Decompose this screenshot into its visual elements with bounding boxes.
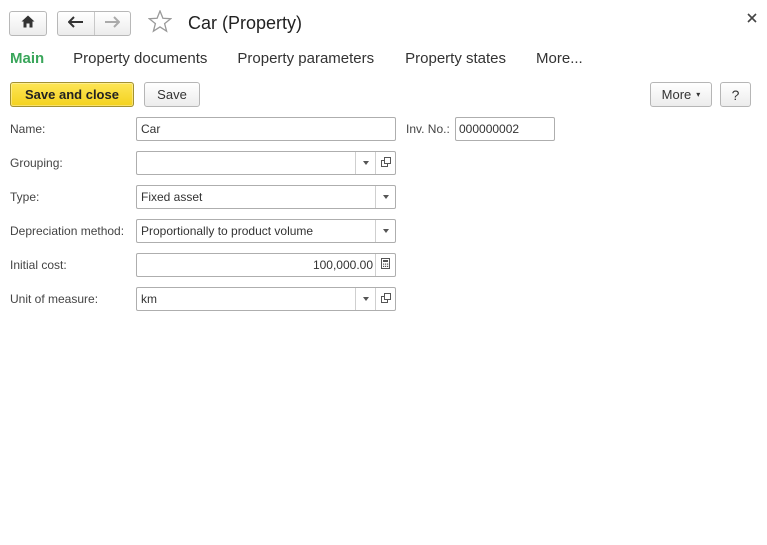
arrow-left-icon	[67, 15, 84, 33]
type-value: Fixed asset	[141, 190, 203, 204]
chevron-down-icon	[382, 195, 389, 199]
initial-cost-label: Initial cost:	[10, 258, 67, 272]
tab-main[interactable]: Main	[10, 50, 44, 67]
unit-of-measure-dropdown-button[interactable]	[355, 288, 375, 310]
back-button[interactable]	[58, 12, 94, 35]
depreciation-method-field[interactable]: Proportionally to product volume	[136, 219, 396, 243]
depreciation-method-dropdown-button[interactable]	[375, 220, 395, 242]
initial-cost-field[interactable]: 100,000.00	[136, 253, 396, 277]
inv-no-field[interactable]: 000000002	[455, 117, 555, 141]
home-button[interactable]	[9, 11, 47, 36]
chevron-down-icon	[362, 161, 369, 165]
home-icon	[21, 15, 35, 33]
depreciation-method-label: Depreciation method:	[10, 224, 125, 238]
page-title: Car (Property)	[188, 13, 303, 33]
chevron-down-icon: ▾	[696, 90, 701, 99]
calculator-button[interactable]	[375, 254, 395, 276]
depreciation-method-value: Proportionally to product volume	[141, 224, 314, 238]
unit-of-measure-open-button[interactable]	[375, 288, 395, 310]
tab-property-parameters[interactable]: Property parameters	[237, 50, 374, 67]
type-label: Type:	[10, 190, 40, 204]
unit-of-measure-label: Unit of measure:	[10, 292, 99, 306]
tab-property-documents[interactable]: Property documents	[73, 50, 207, 67]
arrow-right-icon	[104, 15, 121, 33]
initial-cost-value: 100,000.00	[312, 258, 373, 272]
save-and-close-button[interactable]: Save and close	[10, 82, 134, 107]
chevron-down-icon	[382, 229, 389, 233]
form-tabs: Main Property documents Property paramet…	[10, 48, 613, 68]
close-button[interactable]	[745, 12, 759, 26]
grouping-open-button[interactable]	[375, 152, 395, 174]
name-label: Name:	[10, 122, 46, 136]
unit-of-measure-value: km	[141, 292, 157, 306]
tab-property-states[interactable]: Property states	[405, 50, 506, 67]
tab-more[interactable]: More...	[536, 50, 583, 67]
grouping-value	[137, 152, 355, 174]
forward-button[interactable]	[93, 12, 131, 35]
help-button[interactable]: ?	[720, 82, 751, 107]
calculator-icon	[381, 258, 390, 272]
save-button[interactable]: Save	[144, 82, 200, 107]
open-form-icon	[380, 156, 391, 170]
add-to-favorites-button[interactable]	[147, 9, 173, 38]
grouping-dropdown-button[interactable]	[355, 152, 375, 174]
type-field[interactable]: Fixed asset	[136, 185, 396, 209]
more-actions-label: More	[661, 87, 692, 102]
unit-of-measure-field[interactable]: km	[136, 287, 396, 311]
inv-no-value: 000000002	[459, 122, 520, 136]
chevron-down-icon	[362, 297, 369, 301]
close-icon	[747, 10, 757, 28]
history-navigation	[57, 11, 131, 36]
grouping-label: Grouping:	[10, 156, 63, 170]
name-value: Car	[141, 122, 161, 136]
open-form-icon	[380, 292, 391, 306]
star-icon	[147, 9, 173, 38]
grouping-field[interactable]	[136, 151, 396, 175]
name-field[interactable]: Car	[136, 117, 396, 141]
inv-no-label: Inv. No.:	[406, 122, 450, 136]
type-dropdown-button[interactable]	[375, 186, 395, 208]
more-actions-button[interactable]: More ▾	[650, 82, 712, 107]
